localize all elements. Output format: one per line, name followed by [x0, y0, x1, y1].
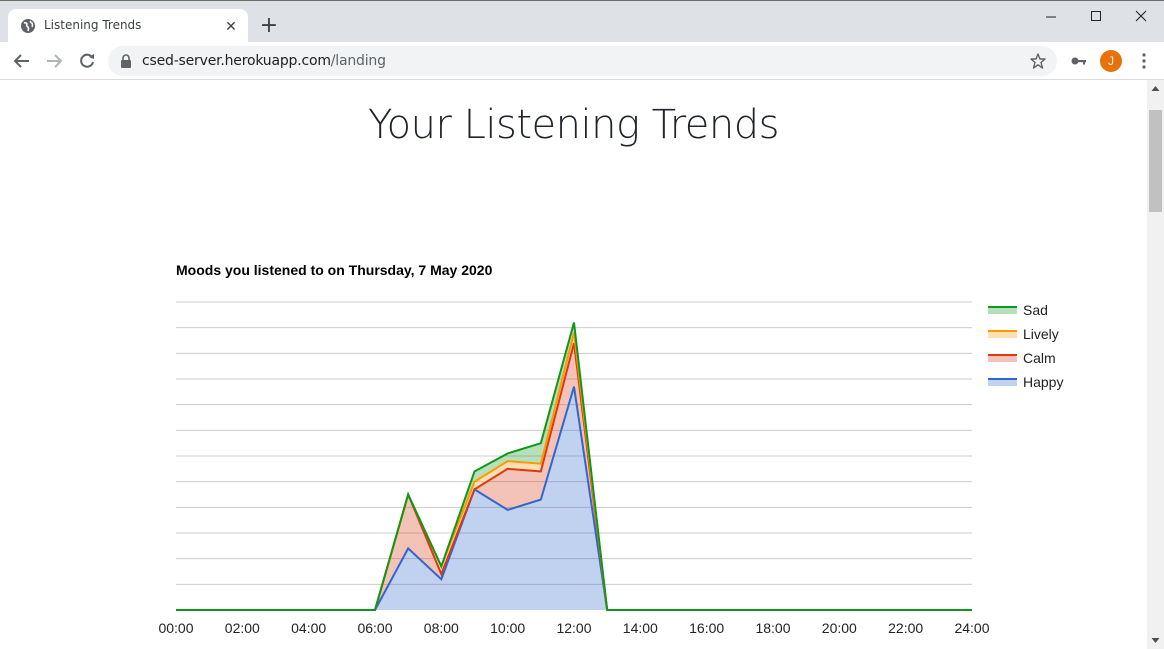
- mood-area-chart: 00:00 02:00 04:00 06:00 08:00 10:00 12:00 14:00…: [158, 301, 1063, 636]
- x-tick-label: 16:00: [689, 620, 724, 636]
- bookmark-star-icon[interactable]: [1029, 52, 1047, 70]
- x-tick-label: 22:00: [888, 620, 923, 636]
- maximize-icon: [1091, 11, 1101, 21]
- url-path: /landing: [330, 53, 386, 69]
- new-tab-button[interactable]: +: [258, 15, 280, 37]
- tab-close-button[interactable]: ✕: [223, 18, 239, 34]
- more-menu-icon[interactable]: [1136, 52, 1152, 70]
- profile-avatar[interactable]: J: [1100, 50, 1122, 72]
- tab-listening-trends[interactable]: Listening Trends ✕: [8, 9, 248, 43]
- area-happy: [176, 386, 972, 610]
- close-icon: [1135, 10, 1147, 22]
- legend-label-sad: Sad: [1023, 302, 1048, 318]
- minimize-button[interactable]: [1028, 5, 1074, 29]
- maximize-button[interactable]: [1073, 5, 1119, 29]
- forward-arrow-icon[interactable]: [43, 50, 65, 72]
- x-tick-label: 06:00: [357, 620, 392, 636]
- x-tick-label: 14:00: [623, 620, 658, 636]
- scroll-down-arrow-icon[interactable]: [1147, 632, 1164, 649]
- reload-icon[interactable]: [76, 50, 98, 72]
- legend-label-happy: Happy: [1023, 374, 1063, 390]
- key-icon[interactable]: [1070, 52, 1088, 70]
- close-window-button[interactable]: [1118, 5, 1164, 29]
- x-tick-label: 18:00: [755, 620, 790, 636]
- tab-title: Listening Trends: [44, 18, 142, 32]
- x-tick-label: 24:00: [954, 620, 989, 636]
- address-bar[interactable]: csed-server.herokuapp.com/landing: [108, 46, 1057, 76]
- tab-strip: Listening Trends ✕ +: [0, 0, 1164, 43]
- globe-icon: [21, 19, 35, 33]
- x-tick-label: 10:00: [490, 620, 525, 636]
- legend-label-calm: Calm: [1023, 350, 1056, 366]
- x-tick-label: 00:00: [158, 620, 193, 636]
- x-tick-label: 02:00: [225, 620, 260, 636]
- vertical-scrollbar[interactable]: [1147, 80, 1164, 649]
- url-host: csed-server.herokuapp.com: [142, 53, 331, 69]
- lock-icon: [121, 54, 131, 68]
- back-arrow-icon[interactable]: [11, 50, 33, 72]
- x-tick-label: 04:00: [291, 620, 326, 636]
- scroll-up-arrow-icon[interactable]: [1147, 80, 1164, 97]
- x-tick-label: 08:00: [424, 620, 459, 636]
- browser-toolbar: csed-server.herokuapp.com/landing: [0, 42, 1164, 80]
- page-content: Your Listening Trends Moods you listened…: [0, 80, 1147, 649]
- legend-label-lively: Lively: [1023, 326, 1059, 342]
- minimize-icon: [1046, 16, 1056, 18]
- x-tick-label: 12:00: [556, 620, 591, 636]
- url-text: csed-server.herokuapp.com/landing: [142, 53, 386, 69]
- scroll-thumb[interactable]: [1149, 110, 1162, 212]
- x-tick-label: 20:00: [822, 620, 857, 636]
